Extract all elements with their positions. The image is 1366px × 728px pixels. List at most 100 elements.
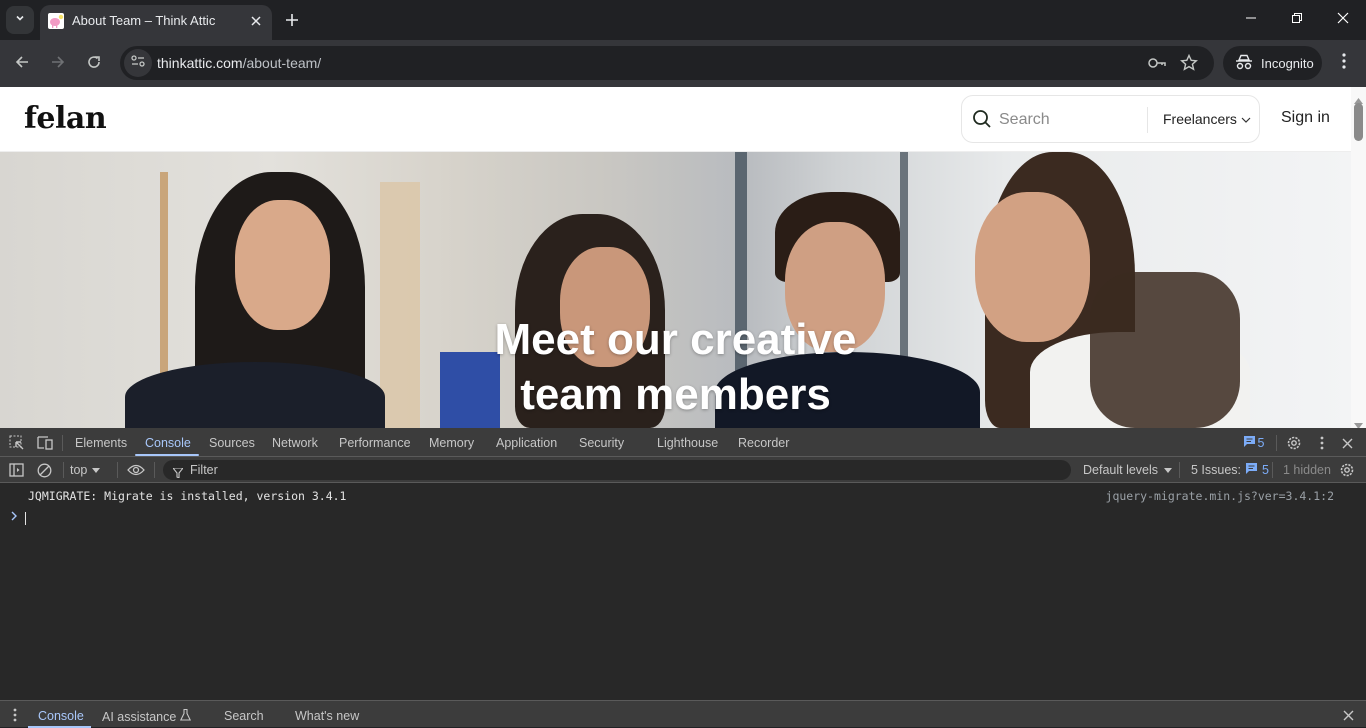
device-toolbar-icon[interactable] [35, 434, 55, 452]
close-window-button[interactable] [1320, 0, 1366, 40]
issues-counter[interactable]: 5 Issues: 5 [1191, 461, 1269, 479]
drawer-tab-console[interactable]: Console [38, 709, 84, 723]
restore-icon [1291, 11, 1303, 29]
close-drawer-icon[interactable] [1340, 707, 1356, 723]
issues-label: 5 Issues: [1191, 463, 1242, 477]
close-tab-icon[interactable] [246, 11, 266, 31]
more-vertical-icon[interactable] [1314, 433, 1330, 453]
devtools-tab-security[interactable]: Security [579, 436, 624, 450]
reload-icon [86, 54, 102, 75]
divider [62, 435, 63, 451]
devtools-panel: Elements Console Sources Network Perform… [0, 428, 1366, 728]
tab-search-button[interactable] [6, 6, 34, 34]
devtools-tab-performance[interactable]: Performance [339, 436, 411, 450]
search-icon [972, 109, 992, 134]
hero-line-1: Meet our creative [494, 315, 857, 364]
address-bar[interactable]: thinkattic.com/about-team/ [120, 46, 1214, 80]
devtools-tab-sources[interactable]: Sources [209, 436, 255, 450]
back-button[interactable] [8, 50, 36, 78]
divider [117, 462, 118, 478]
chevron-down-icon [1241, 111, 1251, 127]
live-expression-eye-icon[interactable] [125, 461, 147, 479]
reload-button[interactable] [80, 50, 108, 78]
bookmark-star-icon[interactable] [1180, 53, 1198, 77]
devtools-tab-console[interactable]: Console [145, 436, 191, 450]
title-bar: About Team – Think Attic [0, 0, 1366, 40]
sign-in-link[interactable]: Sign in [1281, 109, 1330, 127]
tab-title: About Team – Think Attic [72, 13, 216, 28]
inspect-element-icon[interactable] [8, 434, 26, 452]
drawer-menu-icon[interactable] [9, 707, 21, 723]
issues-count: 5 [1262, 463, 1269, 477]
minimize-button[interactable] [1228, 0, 1274, 40]
devtools-tab-lighthouse[interactable]: Lighthouse [657, 436, 718, 450]
category-label: Freelancers [1163, 111, 1237, 127]
site-header: felan Search Freelancers Sign in [0, 87, 1351, 152]
log-levels-dropdown[interactable]: Default levels [1083, 461, 1173, 479]
divider [154, 462, 155, 478]
category-dropdown[interactable]: Freelancers [1163, 111, 1251, 127]
issues-badge[interactable]: 5 [1242, 436, 1266, 450]
site-search[interactable]: Search Freelancers [961, 95, 1260, 143]
tune-icon [130, 53, 146, 74]
divider [63, 462, 64, 478]
divider [1179, 462, 1180, 478]
drawer-tab-whats-new[interactable]: What's new [295, 709, 359, 723]
divider [1272, 462, 1273, 478]
devtools-tab-memory[interactable]: Memory [429, 436, 474, 450]
console-prompt-icon [11, 510, 18, 524]
minimize-icon [1245, 11, 1257, 29]
scrollbar-thumb[interactable] [1354, 103, 1363, 141]
console-filter-input[interactable]: Filter [163, 460, 1071, 480]
issues-badge-count: 5 [1257, 436, 1265, 450]
devtools-tab-network[interactable]: Network [272, 436, 318, 450]
console-output[interactable]: JQMIGRATE: Migrate is installed, version… [0, 483, 1366, 698]
devtools-tab-recorder[interactable]: Recorder [738, 436, 789, 450]
settings-gear-icon[interactable] [1284, 433, 1304, 453]
issue-message-icon [1246, 463, 1258, 477]
url-domain: thinkattic.com [157, 55, 243, 71]
devtools-tab-bar: Elements Console Sources Network Perform… [0, 428, 1366, 457]
site-logo[interactable]: felan [24, 101, 107, 136]
issue-message-icon [1243, 434, 1255, 452]
password-key-icon[interactable] [1147, 55, 1167, 76]
hidden-count: 1 hidden [1283, 463, 1331, 477]
more-vertical-icon [1342, 52, 1346, 74]
restore-button[interactable] [1274, 0, 1320, 40]
drawer-tab-search[interactable]: Search [224, 709, 264, 723]
page-scrollbar[interactable] [1351, 87, 1366, 429]
search-input[interactable]: Search [999, 111, 1050, 129]
devtools-tab-elements[interactable]: Elements [75, 436, 127, 450]
console-input-caret[interactable] [25, 512, 26, 525]
active-tab-indicator [135, 454, 199, 456]
url-path: /about-team/ [242, 55, 322, 71]
console-message-text: JQMIGRATE: Migrate is installed, version… [28, 489, 347, 503]
incognito-indicator[interactable]: Incognito [1223, 46, 1322, 80]
favicon-icon [48, 13, 64, 29]
arrow-right-icon [50, 54, 66, 75]
browser-menu-button[interactable] [1333, 52, 1355, 74]
context-selector[interactable]: top [70, 461, 101, 479]
sidebar-toggle-icon[interactable] [7, 461, 25, 479]
devtools-drawer-bar: Console AI assistance Search What's new [0, 700, 1366, 728]
hero-line-2: team members [520, 370, 831, 419]
incognito-label: Incognito [1261, 55, 1314, 71]
log-levels-label: Default levels [1083, 463, 1159, 477]
devtools-tab-application[interactable]: Application [496, 436, 557, 450]
browser-tab[interactable]: About Team – Think Attic [40, 5, 272, 40]
close-devtools-icon[interactable] [1338, 434, 1356, 452]
caret-down-icon [92, 463, 101, 477]
site-info-button[interactable] [124, 49, 152, 77]
incognito-icon [1235, 54, 1253, 73]
console-settings-gear-icon[interactable] [1338, 461, 1356, 479]
chevron-down-icon [14, 11, 26, 29]
flask-icon [179, 708, 191, 724]
web-page: felan Search Freelancers Sign in Meet ou… [0, 87, 1351, 428]
new-tab-button[interactable] [280, 8, 304, 32]
filter-funnel-icon [171, 465, 185, 483]
clear-console-icon[interactable] [35, 461, 53, 479]
person-face [235, 200, 330, 330]
drawer-tab-ai-assistance[interactable]: AI assistance [102, 708, 191, 724]
forward-button[interactable] [44, 50, 72, 78]
console-message-source-link[interactable]: jquery-migrate.min.js?ver=3.4.1:2 [1106, 489, 1334, 503]
